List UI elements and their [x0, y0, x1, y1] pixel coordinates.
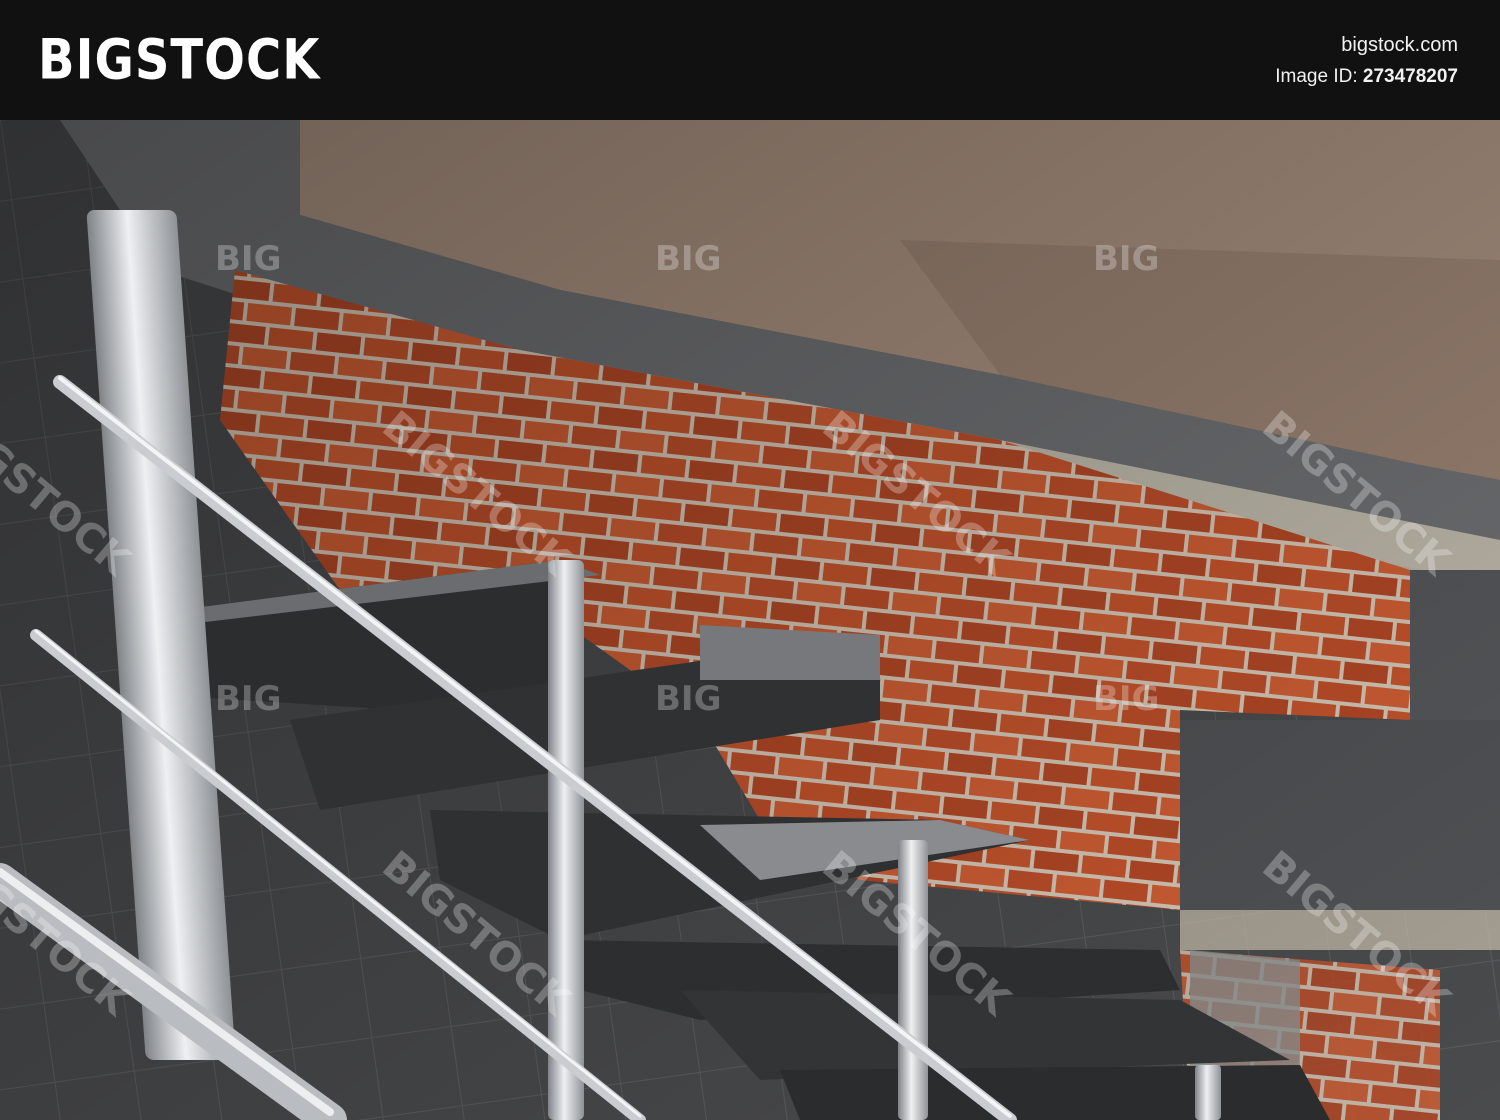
- image-id-label: Image ID:: [1275, 66, 1358, 87]
- watermark-banner: BIGSTOCK bigstock.com Image ID: 27347820…: [0, 0, 1500, 120]
- image-id-value: 273478207: [1362, 66, 1458, 87]
- staircase-photo: BIG BIG BIG BIG BIG BIG BIGSTOCK BIGSTOC…: [0, 120, 1500, 1120]
- railing-post-2: [548, 560, 584, 1120]
- bigstock-logo: BIGSTOCK: [38, 28, 321, 93]
- stock-photo-page: BIGSTOCK bigstock.com Image ID: 27347820…: [0, 0, 1500, 1120]
- site-url: bigstock.com: [1341, 34, 1458, 56]
- watermark-big-6: BIG: [1093, 679, 1159, 719]
- watermark-big-5: BIG: [655, 679, 721, 719]
- railing-post-4: [1195, 1065, 1221, 1120]
- railing-post-3: [898, 840, 928, 1120]
- watermark-big-3: BIG: [1093, 239, 1159, 279]
- watermark-big-2: BIG: [655, 239, 721, 279]
- watermark-big-1: BIG: [215, 239, 281, 279]
- stair-tread-6: [780, 1065, 1330, 1120]
- watermark-big-4: BIG: [215, 679, 281, 719]
- image-id: Image ID: 273478207: [1275, 66, 1458, 88]
